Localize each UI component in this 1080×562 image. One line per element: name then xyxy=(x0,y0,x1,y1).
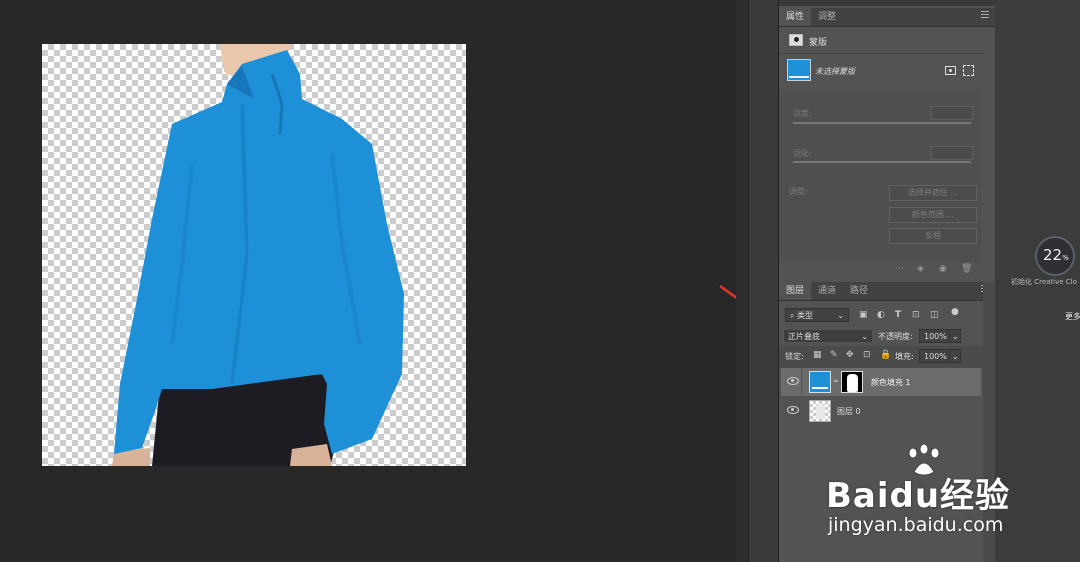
fill-value: 100% xyxy=(924,352,947,361)
blend-mode-text: 正片叠底 xyxy=(788,332,820,341)
filter-smart-object-icon[interactable]: ◫ xyxy=(930,310,939,320)
document-canvas[interactable] xyxy=(42,44,466,466)
chevron-down-icon: ⌄ xyxy=(861,332,868,341)
layer-name[interactable]: 图层 0 xyxy=(837,406,861,417)
feather-label: 羽化: xyxy=(793,149,812,158)
search-icon: ⌕ xyxy=(790,311,795,320)
visibility-icon[interactable]: ◉ xyxy=(939,264,947,274)
lock-transparent-icon[interactable]: ▦ xyxy=(813,350,822,360)
panel-menu-icon[interactable] xyxy=(981,11,989,19)
layer-name[interactable]: 颜色填充 1 xyxy=(871,377,911,388)
mask-icon xyxy=(789,34,803,46)
density-field xyxy=(931,106,973,120)
layer-row-layer-0[interactable]: 图层 0 xyxy=(781,397,981,425)
divider xyxy=(779,53,985,54)
panel-top-edge xyxy=(779,0,995,6)
eye-icon[interactable] xyxy=(787,377,799,385)
blend-mode-dropdown[interactable]: 正片叠底 ⌄ xyxy=(783,329,873,343)
mask-status-text: 未选择蒙版 xyxy=(815,67,855,76)
sync-percent: 22 xyxy=(1043,246,1063,264)
shirt-image xyxy=(112,44,404,466)
layer-0-thumbnail[interactable] xyxy=(809,400,831,422)
opacity-dropdown-arrow[interactable]: ⌄ xyxy=(949,329,961,343)
mask-preview-thumbnail xyxy=(787,59,811,81)
divider xyxy=(801,368,802,396)
filter-adjustment-icon[interactable]: ◐ xyxy=(877,310,885,320)
select-and-mask-button[interactable]: 选择并遮住 ... xyxy=(889,185,977,201)
layers-tabbar: 图层 通道 路径 xyxy=(779,282,995,301)
panel-divider xyxy=(736,0,748,562)
opacity-label: 不透明度: xyxy=(878,332,913,341)
color-fill-thumbnail[interactable] xyxy=(809,371,831,393)
vector-mask-icon[interactable] xyxy=(963,65,974,76)
lock-label: 锁定: xyxy=(785,352,804,361)
opacity-value: 100% xyxy=(924,332,947,341)
color-range-button[interactable]: 颜色范围 ... xyxy=(889,207,977,223)
tab-channels[interactable]: 通道 xyxy=(811,282,843,300)
filter-toggle-icon[interactable]: ● xyxy=(951,307,959,317)
sync-percent-unit: % xyxy=(1062,254,1069,262)
pixel-mask-icon[interactable] xyxy=(945,66,956,75)
lock-brush-icon[interactable]: ✎ xyxy=(830,350,838,360)
properties-tabbar: 属性 调整 xyxy=(779,8,995,27)
lock-artboard-icon[interactable]: ⊡ xyxy=(863,350,871,360)
delete-icon[interactable]: 🗑 xyxy=(961,264,972,274)
feather-slider xyxy=(793,161,971,163)
adjust-label: 调整: xyxy=(789,187,808,196)
layer-filter-dropdown[interactable]: ⌕ 类型 ⌄ xyxy=(785,308,849,322)
lock-position-icon[interactable]: ✥ xyxy=(846,350,854,360)
layer-mask-thumbnail[interactable] xyxy=(841,371,863,393)
link-icon[interactable]: ∞ xyxy=(833,377,839,385)
collapsed-panel-dock[interactable] xyxy=(748,0,779,562)
layers-panel: 图层 通道 路径 xyxy=(779,282,995,301)
properties-section-title: 蒙版 xyxy=(809,38,828,48)
divider xyxy=(801,397,802,425)
watermark-url: jingyan.baidu.com xyxy=(828,514,1004,536)
lock-all-icon[interactable]: 🔒 xyxy=(880,350,891,360)
fill-label: 填充: xyxy=(895,352,914,361)
chevron-down-icon: ⌄ xyxy=(837,311,844,320)
apply-mask-icon[interactable]: ◈ xyxy=(917,264,924,274)
baidu-watermark: Baidu经验 jingyan.baidu.com xyxy=(826,444,1066,544)
filter-type-layer-icon[interactable]: T xyxy=(895,310,901,320)
layer-row-color-fill[interactable]: ∞ 颜色填充 1 xyxy=(781,368,981,396)
tab-paths[interactable]: 路径 xyxy=(843,282,875,300)
feather-field xyxy=(931,146,973,160)
load-selection-icon[interactable]: ⋯ xyxy=(895,264,904,274)
tab-properties[interactable]: 属性 xyxy=(779,8,812,26)
properties-panel: 属性 调整 xyxy=(779,8,995,27)
invert-button[interactable]: 反相 xyxy=(889,228,977,244)
tab-adjustments[interactable]: 调整 xyxy=(811,8,843,26)
eye-icon[interactable] xyxy=(787,406,799,414)
watermark-brand: Baidu经验 xyxy=(826,476,1011,516)
density-label: 浓度: xyxy=(793,109,812,118)
sync-progress-ring[interactable]: 22% xyxy=(1035,236,1075,276)
filter-shape-icon[interactable]: ⊡ xyxy=(912,310,920,320)
tab-layers[interactable]: 图层 xyxy=(779,282,812,300)
fill-dropdown-arrow[interactable]: ⌄ xyxy=(949,349,961,363)
density-slider xyxy=(793,122,971,124)
sync-status-text: 初始化 Creative Clo xyxy=(1011,278,1077,286)
filter-pixel-icon[interactable]: ▣ xyxy=(859,310,868,320)
filter-type-text: 类型 xyxy=(797,311,814,320)
more-link[interactable]: 更多 xyxy=(1065,311,1080,322)
